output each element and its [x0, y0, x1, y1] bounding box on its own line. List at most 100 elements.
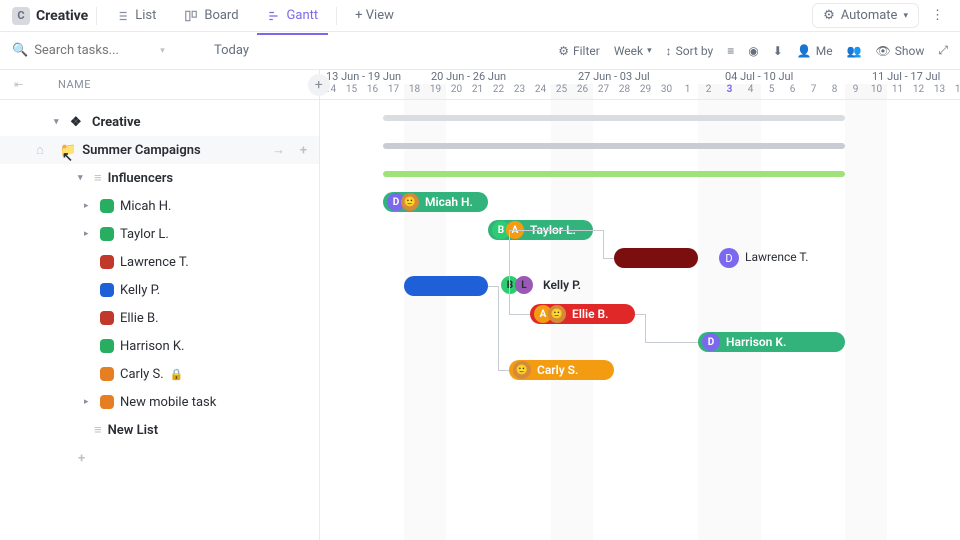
- divider: [336, 7, 337, 25]
- day-label: 7: [803, 84, 824, 99]
- gantt-bar[interactable]: A🙂Ellie B.: [530, 304, 635, 324]
- cursor-icon: ↖: [62, 150, 73, 165]
- toolbar-icon-1[interactable]: ≡: [727, 44, 734, 58]
- day-label: 23: [509, 84, 530, 99]
- milestone-dot[interactable]: D: [719, 248, 739, 268]
- expand-icon[interactable]: ⤢: [938, 43, 948, 58]
- add-view-label: + View: [355, 8, 394, 23]
- day-label: 19: [425, 84, 446, 99]
- filter-button[interactable]: ⚙Filter: [558, 44, 600, 58]
- gantt-bar[interactable]: [383, 171, 845, 177]
- milestone-label: Lawrence T.: [745, 250, 808, 264]
- add-list-button[interactable]: +: [0, 444, 319, 472]
- day-label: 20: [446, 84, 467, 99]
- day-label: 27: [593, 84, 614, 99]
- view-board[interactable]: Board: [174, 4, 248, 27]
- collapse-icon[interactable]: ⇤: [14, 78, 24, 91]
- gantt-bar[interactable]: 🙂Carly S.: [509, 360, 614, 380]
- week-label: 11 Jul - 17 Jul: [866, 70, 960, 84]
- tree-task-2[interactable]: Lawrence T.: [0, 248, 319, 276]
- tree-space[interactable]: ▾❖Creative: [0, 108, 319, 136]
- gantt-bar[interactable]: [383, 115, 845, 121]
- tree-task-5[interactable]: Harrison K.: [0, 332, 319, 360]
- day-label: 26: [572, 84, 593, 99]
- today-button[interactable]: Today: [214, 43, 249, 58]
- day-label: 9: [845, 84, 866, 99]
- gantt-chart[interactable]: 13 Jun - 19 Jun20 Jun - 26 Jun27 Jun - 0…: [320, 70, 960, 540]
- day-label: 14: [950, 84, 960, 99]
- tree-task-4[interactable]: Ellie B.: [0, 304, 319, 332]
- people-icon[interactable]: 👥: [847, 44, 862, 58]
- view-gantt[interactable]: Gantt: [257, 4, 329, 27]
- day-label: 1: [677, 84, 698, 99]
- day-label: 22: [488, 84, 509, 99]
- view-gantt-label: Gantt: [287, 8, 319, 23]
- search-input[interactable]: [34, 43, 154, 58]
- day-label: 28: [614, 84, 635, 99]
- search-input-wrapper[interactable]: 🔍 ▾: [12, 43, 192, 58]
- tree-task-3[interactable]: Kelly P.: [0, 276, 319, 304]
- week-label: 20 Jun - 26 Jun: [425, 70, 572, 84]
- sort-icon: ↕: [666, 44, 672, 58]
- space-name: Creative: [36, 8, 88, 24]
- add-view-button[interactable]: + View: [345, 4, 404, 27]
- gantt-bar[interactable]: [383, 143, 845, 149]
- day-label: 29: [635, 84, 656, 99]
- day-label: 12: [908, 84, 929, 99]
- tree-task-0[interactable]: ▸Micah H.: [0, 192, 319, 220]
- day-label: 13: [929, 84, 950, 99]
- chevron-down-icon[interactable]: ▾: [160, 46, 165, 56]
- divider: [96, 7, 97, 25]
- show-button[interactable]: 👁Show: [876, 44, 925, 58]
- share-icon[interactable]: ⋮: [927, 8, 948, 23]
- day-label: 25: [551, 84, 572, 99]
- me-button[interactable]: 👤Me: [797, 44, 833, 58]
- sidebar-header: ⇤ NAME +: [0, 70, 319, 100]
- person-icon: 👤: [797, 44, 812, 58]
- add-column-button[interactable]: +: [308, 74, 330, 96]
- automate-button[interactable]: ⚙ Automate ▾: [812, 3, 919, 28]
- tree-list[interactable]: ▾≡Influencers: [0, 164, 319, 192]
- tree-task-1[interactable]: ▸Taylor L.: [0, 220, 319, 248]
- week-label: 13 Jun - 19 Jun: [320, 70, 425, 84]
- chevron-down-icon: ▾: [647, 46, 652, 56]
- robot-icon: ⚙: [823, 8, 835, 23]
- tree-task-6[interactable]: Carly S. 🔒: [0, 360, 319, 388]
- filter-icon: ⚙: [558, 44, 569, 58]
- gantt-bar[interactable]: DHarrison K.: [698, 332, 845, 352]
- day-label: 2: [698, 84, 719, 99]
- list-icon: [115, 9, 129, 23]
- day-label: 17: [383, 84, 404, 99]
- view-list[interactable]: List: [105, 4, 166, 27]
- day-label: 6: [782, 84, 803, 99]
- sidebar-header-label: NAME: [58, 78, 91, 91]
- tree-task-7[interactable]: ▸New mobile task: [0, 388, 319, 416]
- download-icon[interactable]: ⬇: [773, 44, 783, 58]
- chevron-down-icon: ▾: [903, 11, 908, 21]
- tree-folder[interactable]: ⌂📁Summer Campaigns→+↖: [0, 136, 319, 164]
- day-label: 11: [887, 84, 908, 99]
- gantt-bar[interactable]: [614, 248, 698, 268]
- automate-label: Automate: [841, 8, 898, 23]
- space-chip[interactable]: C Creative: [12, 7, 88, 25]
- day-label: 15: [341, 84, 362, 99]
- day-label: 3: [719, 84, 740, 99]
- space-icon: C: [12, 7, 30, 25]
- group-button[interactable]: Week▾: [614, 44, 652, 58]
- toolbar-icon-2[interactable]: ◉: [748, 44, 758, 58]
- tree-newlist[interactable]: ≡New List: [0, 416, 319, 444]
- gantt-bar[interactable]: D🙂Micah H.: [383, 192, 488, 212]
- view-board-label: Board: [204, 8, 238, 23]
- day-label: 18: [404, 84, 425, 99]
- day-label: 30: [656, 84, 677, 99]
- week-label: 27 Jun - 03 Jul: [572, 70, 719, 84]
- view-list-label: List: [135, 8, 156, 23]
- gantt-icon: [267, 9, 281, 23]
- week-label: 04 Jul - 10 Jul: [719, 70, 866, 84]
- board-icon: [184, 9, 198, 23]
- eye-icon: 👁: [876, 44, 891, 58]
- task-sidebar: ⇤ NAME + ▾❖Creative⌂📁Summer Campaigns→+↖…: [0, 70, 320, 540]
- day-label: 4: [740, 84, 761, 99]
- sortby-button[interactable]: ↕Sort by: [666, 44, 714, 58]
- day-label: 24: [530, 84, 551, 99]
